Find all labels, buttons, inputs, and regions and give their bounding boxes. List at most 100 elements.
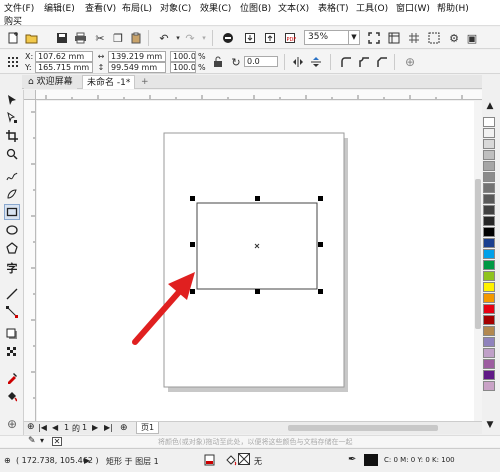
palette-swatch[interactable] bbox=[483, 172, 495, 182]
import-icon[interactable] bbox=[242, 30, 258, 46]
outline-color-swatch[interactable] bbox=[364, 454, 378, 466]
open-folder-icon[interactable] bbox=[23, 30, 39, 46]
palette-swatch[interactable] bbox=[483, 205, 495, 215]
palette-swatch[interactable] bbox=[483, 271, 495, 281]
palette-swatch[interactable] bbox=[483, 293, 495, 303]
vertical-scroll-thumb[interactable] bbox=[475, 179, 481, 329]
palette-swatch[interactable] bbox=[483, 337, 495, 347]
palette-swatch[interactable] bbox=[483, 227, 495, 237]
handle-top-right[interactable] bbox=[318, 196, 323, 201]
handle-bottom-left[interactable] bbox=[190, 289, 195, 294]
pen-icon[interactable]: ✎ bbox=[28, 436, 36, 446]
no-color-swatch[interactable]: ✕ bbox=[52, 437, 62, 446]
palette-swatch[interactable] bbox=[483, 381, 495, 391]
palette-swatch[interactable] bbox=[483, 216, 495, 226]
interactive-fill-icon[interactable] bbox=[4, 388, 20, 404]
menu-object[interactable]: 对象(C) bbox=[160, 1, 191, 14]
horizontal-scroll-thumb[interactable] bbox=[288, 425, 438, 431]
palette-swatch[interactable] bbox=[483, 282, 495, 292]
ellipse-tool-icon[interactable] bbox=[4, 222, 20, 238]
rectangle-tool-icon[interactable] bbox=[4, 204, 20, 220]
search-content-icon[interactable] bbox=[220, 30, 236, 46]
horizontal-ruler[interactable] bbox=[36, 90, 482, 100]
palette-swatch[interactable] bbox=[483, 359, 495, 369]
menu-effects[interactable]: 效果(C) bbox=[200, 1, 231, 14]
palette-swatch[interactable] bbox=[483, 150, 495, 160]
palette-swatch[interactable] bbox=[483, 139, 495, 149]
new-tab-add-icon[interactable]: + bbox=[137, 75, 153, 89]
menu-table[interactable]: 表格(T) bbox=[318, 1, 349, 14]
document-color-icon[interactable] bbox=[204, 454, 215, 466]
ruler-origin[interactable] bbox=[24, 90, 36, 100]
cut-icon[interactable]: ✂ bbox=[92, 30, 108, 46]
palette-swatch[interactable] bbox=[483, 315, 495, 325]
first-page-button[interactable]: |◀ bbox=[38, 423, 47, 432]
handle-bottom-middle[interactable] bbox=[255, 289, 260, 294]
transparency-tool-icon[interactable] bbox=[4, 344, 20, 360]
paste-icon[interactable] bbox=[128, 30, 144, 46]
lock-ratio-icon[interactable] bbox=[210, 54, 226, 70]
parallel-dimension-icon[interactable] bbox=[4, 286, 20, 302]
palette-scroll-up-icon[interactable]: ▲ bbox=[483, 101, 497, 115]
zoom-tool-icon[interactable] bbox=[4, 146, 20, 162]
crop-tool-icon[interactable] bbox=[4, 128, 20, 144]
chevron-down-icon[interactable]: ▼ bbox=[348, 31, 359, 44]
tab-untitled[interactable]: 未命名 -1* bbox=[82, 75, 136, 89]
redo-dropdown-icon[interactable]: ▾ bbox=[196, 30, 212, 46]
quick-customize-add-icon[interactable]: ⊕ bbox=[4, 416, 20, 432]
palette-swatch[interactable] bbox=[483, 260, 495, 270]
menu-text[interactable]: 文本(X) bbox=[278, 1, 309, 14]
palette-swatch[interactable] bbox=[483, 249, 495, 259]
menu-help[interactable]: 帮助(H) bbox=[437, 1, 469, 14]
artistic-media-icon[interactable] bbox=[4, 186, 20, 202]
palette-swatch[interactable] bbox=[483, 128, 495, 138]
palette-swatch[interactable] bbox=[483, 304, 495, 314]
corner-chamfered-icon[interactable] bbox=[374, 54, 390, 70]
add-icon[interactable]: ⊕ bbox=[402, 54, 418, 70]
handle-bottom-right[interactable] bbox=[318, 289, 323, 294]
drawing-canvas[interactable] bbox=[37, 101, 474, 421]
rotation-field[interactable]: 0.0 bbox=[244, 56, 278, 67]
x-position-field[interactable]: 107.62 mm bbox=[35, 51, 93, 62]
object-origin-icon[interactable] bbox=[5, 54, 21, 70]
vertical-ruler[interactable] bbox=[24, 100, 36, 422]
corner-round-icon[interactable] bbox=[338, 54, 354, 70]
palette-swatch[interactable] bbox=[483, 183, 495, 193]
handle-middle-left[interactable] bbox=[190, 242, 195, 247]
next-page-button[interactable]: ▶ bbox=[92, 423, 98, 432]
drop-shadow-tool-icon[interactable] bbox=[4, 326, 20, 342]
palette-swatch[interactable] bbox=[483, 238, 495, 248]
add-page-icon[interactable]: ⊕ bbox=[120, 423, 128, 433]
eyedropper-tool-icon[interactable] bbox=[4, 370, 20, 386]
menu-view[interactable]: 查看(V) bbox=[85, 1, 116, 14]
show-grid-icon[interactable] bbox=[406, 30, 422, 46]
fill-bucket-icon[interactable] bbox=[226, 454, 237, 466]
print-icon[interactable] bbox=[72, 30, 88, 46]
scale-y-field[interactable]: 100.0 bbox=[170, 62, 196, 73]
palette-dropdown-icon[interactable]: ▾ bbox=[40, 436, 44, 445]
snap-to-icon[interactable] bbox=[426, 30, 442, 46]
mirror-horizontal-icon[interactable] bbox=[290, 54, 306, 70]
tab-welcome[interactable]: ⌂ 欢迎屏幕 bbox=[24, 75, 77, 89]
connector-tool-icon[interactable] bbox=[4, 304, 20, 320]
full-screen-icon[interactable] bbox=[366, 30, 382, 46]
zoom-level-select[interactable]: 35% ▼ bbox=[304, 30, 360, 45]
launcher-icon[interactable]: ▣ bbox=[464, 30, 480, 46]
palette-swatch[interactable] bbox=[483, 117, 495, 127]
export-icon[interactable] bbox=[262, 30, 278, 46]
scale-x-field[interactable]: 100.0 bbox=[170, 51, 196, 62]
y-position-field[interactable]: 165.715 mm bbox=[35, 62, 93, 73]
outline-pen-icon[interactable]: ✒ bbox=[348, 454, 356, 465]
menu-window[interactable]: 窗口(W) bbox=[396, 1, 430, 14]
shape-tool-icon[interactable] bbox=[4, 110, 20, 126]
handle-top-left[interactable] bbox=[190, 196, 195, 201]
prev-page-button[interactable]: ◀ bbox=[52, 423, 58, 432]
height-field[interactable]: 99.549 mm bbox=[108, 62, 166, 73]
menu-layout[interactable]: 布局(L) bbox=[122, 1, 152, 14]
vertical-scrollbar[interactable] bbox=[474, 101, 482, 421]
new-document-icon[interactable] bbox=[5, 30, 21, 46]
handle-middle-right[interactable] bbox=[318, 242, 323, 247]
last-page-button[interactable]: ▶| bbox=[104, 423, 113, 432]
options-gear-icon[interactable]: ⚙ bbox=[446, 30, 462, 46]
copy-icon[interactable]: ❐ bbox=[110, 30, 126, 46]
